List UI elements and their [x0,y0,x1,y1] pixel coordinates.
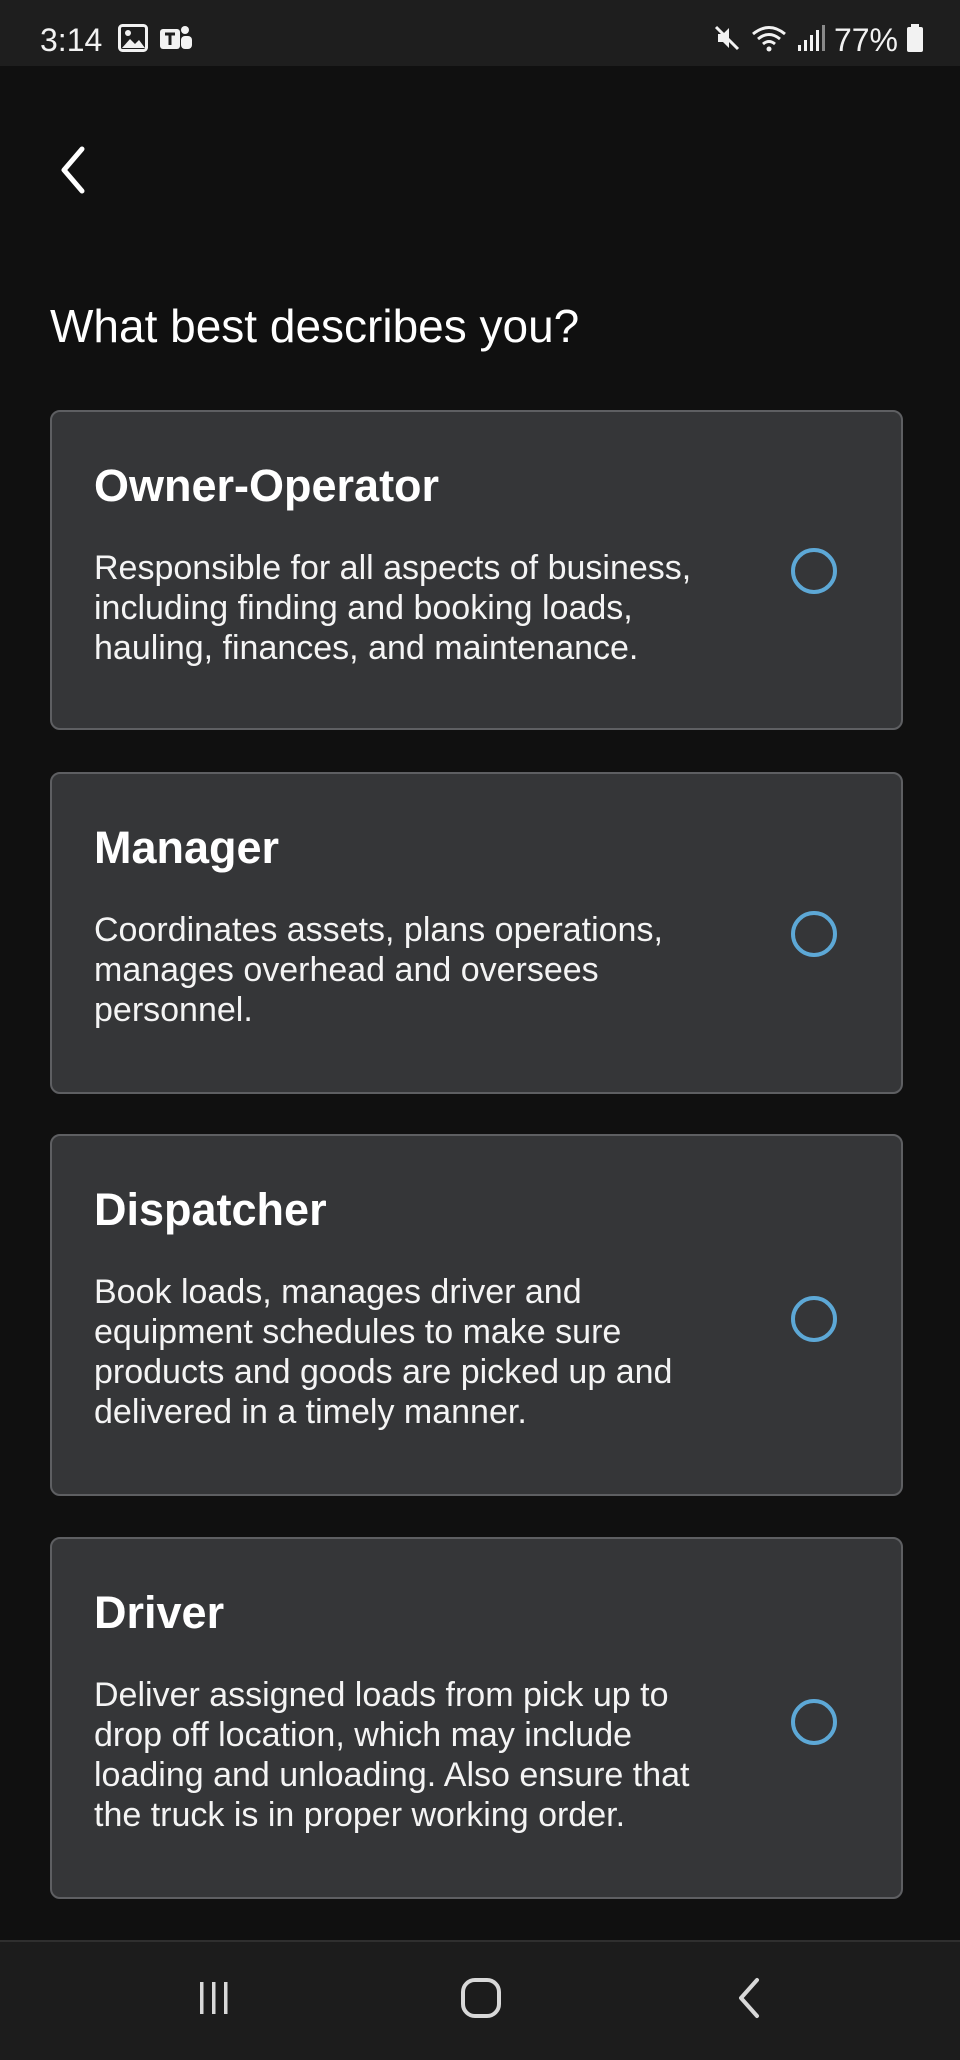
system-status: 77% [712,20,924,60]
recents-button[interactable] [174,1970,254,2030]
status-bar: 3:14 77% [0,0,960,66]
option-description: Responsible for all aspects of business,… [94,549,692,667]
home-icon [459,1976,503,2025]
image-icon [118,24,148,59]
option-description: Deliver assigned loads from pick up to d… [94,1676,690,1834]
nav-back-button[interactable] [710,1970,790,2030]
option-title: Driver [94,1587,225,1638]
option-card-driver[interactable]: Driver Deliver assigned loads from pick … [50,1537,903,1899]
battery-icon [906,23,924,58]
teams-icon [158,24,194,59]
option-description: Book loads, manages driver and equipment… [94,1273,673,1431]
mute-icon [712,23,742,58]
system-nav-bar [0,1942,960,2060]
status-time: 3:14 [40,22,103,58]
back-icon [735,1976,765,2025]
wifi-icon [750,23,788,58]
option-title: Owner-Operator [94,460,440,511]
signal-icon [796,23,826,58]
notification-icons [118,24,194,59]
chevron-left-icon [52,145,92,200]
recents-icon [194,1978,234,2023]
radio-button[interactable] [791,911,837,957]
radio-button[interactable] [791,548,837,594]
radio-button[interactable] [791,1699,837,1745]
option-card-manager[interactable]: Manager Coordinates assets, plans operat… [50,772,903,1094]
radio-button[interactable] [791,1296,837,1342]
option-card-dispatcher[interactable]: Dispatcher Book loads, manages driver an… [50,1134,903,1496]
option-card-owner-operator[interactable]: Owner-Operator Responsible for all aspec… [50,410,903,730]
option-description: Coordinates assets, plans operations, ma… [94,911,663,1029]
page-title: What best describes you? [50,300,580,352]
option-title: Dispatcher [94,1184,327,1235]
home-button[interactable] [441,1970,521,2030]
option-title: Manager [94,822,280,873]
battery-level: 77% [833,22,898,58]
back-button[interactable] [40,136,104,208]
